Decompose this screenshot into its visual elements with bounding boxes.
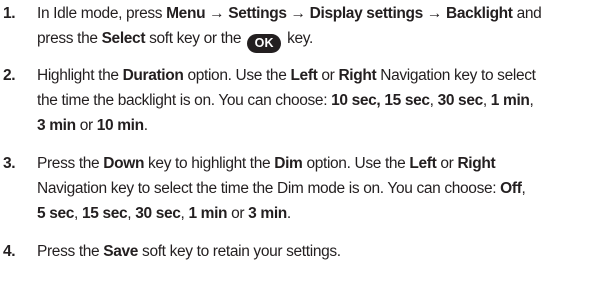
key-name: Down [103, 155, 145, 172]
key-name: Right [457, 155, 496, 172]
text-run: soft key or the [145, 30, 246, 47]
step-number: 3. [3, 155, 16, 172]
step-number: 2. [3, 67, 16, 84]
text-run: , [74, 205, 82, 222]
instruction-list: 1. In Idle mode, press Menu → Settings →… [0, 0, 606, 286]
text-run: or [75, 117, 97, 134]
choice-value: 10 min [96, 117, 144, 134]
text-run: or [436, 155, 458, 172]
choice-value: 1 min [490, 92, 530, 109]
choice-value: 3 min [248, 205, 287, 222]
text-run: Press the [37, 155, 104, 172]
choice-value: 1 min [188, 205, 228, 222]
text-run: or [317, 67, 339, 84]
text-run: or [227, 205, 249, 222]
text-run: and [512, 5, 542, 22]
step-1-line-1: In Idle mode, press Menu → Settings → Di… [37, 5, 542, 23]
choice-value: Off [500, 180, 522, 197]
text-run: option. Use the [302, 155, 410, 172]
text-run: key to highlight the [144, 155, 275, 172]
key-name: Right [338, 67, 377, 84]
key-name: Left [290, 67, 318, 84]
step-1-line-2: press the Select soft key or the OK key. [37, 30, 313, 53]
text-run: option. Use the [183, 67, 291, 84]
ok-key-icon: OK [247, 34, 282, 53]
step-4-line-1: Press the Save soft key to retain your s… [37, 243, 341, 261]
step-3-line-1: Press the Down key to highlight the Dim … [37, 155, 496, 173]
text-run: In Idle mode, press [37, 5, 167, 22]
key-name: Select [101, 30, 146, 47]
text-run: . [143, 117, 148, 134]
option-name: Dim [274, 155, 303, 172]
text-run: , [127, 205, 136, 222]
step-number: 1. [3, 5, 16, 22]
step-2-line-1: Highlight the Duration option. Use the L… [37, 67, 536, 85]
text-run: Navigation key to select [376, 67, 536, 84]
text-run: press the [37, 30, 102, 47]
text-run: the time the backlight is on. You can ch… [37, 92, 332, 109]
step-2-line-2: the time the backlight is on. You can ch… [37, 92, 534, 110]
option-name: Duration [122, 67, 184, 84]
choice-value: 30 sec [135, 205, 181, 222]
text-run: Navigation key to select the time the Di… [37, 180, 501, 197]
choice-value: 5 sec [37, 205, 75, 222]
text-run: , [529, 92, 534, 109]
step-number: 4. [3, 243, 16, 260]
key-name: Save [103, 243, 139, 260]
text-run: , [482, 92, 491, 109]
choice-value: 10 sec, 15 sec [331, 92, 430, 109]
text-run: key. [283, 30, 313, 47]
choice-value: 3 min [37, 117, 76, 134]
text-run: . [286, 205, 291, 222]
text-run: soft key to retain your settings. [138, 243, 341, 260]
key-name: Left [409, 155, 437, 172]
step-3-line-3: 5 sec, 15 sec, 30 sec, 1 min or 3 min. [37, 205, 291, 223]
step-2-line-3: 3 min or 10 min. [37, 117, 148, 135]
choice-value: 30 sec [437, 92, 484, 109]
menu-path: Menu → Settings → Display settings → Bac… [166, 5, 513, 22]
step-3-line-2: Navigation key to select the time the Di… [37, 180, 526, 198]
text-run: Highlight the [37, 67, 123, 84]
choice-value: 15 sec [81, 205, 128, 222]
text-run: Press the [37, 243, 104, 260]
text-run: , [429, 92, 438, 109]
text-run: , [521, 180, 526, 197]
